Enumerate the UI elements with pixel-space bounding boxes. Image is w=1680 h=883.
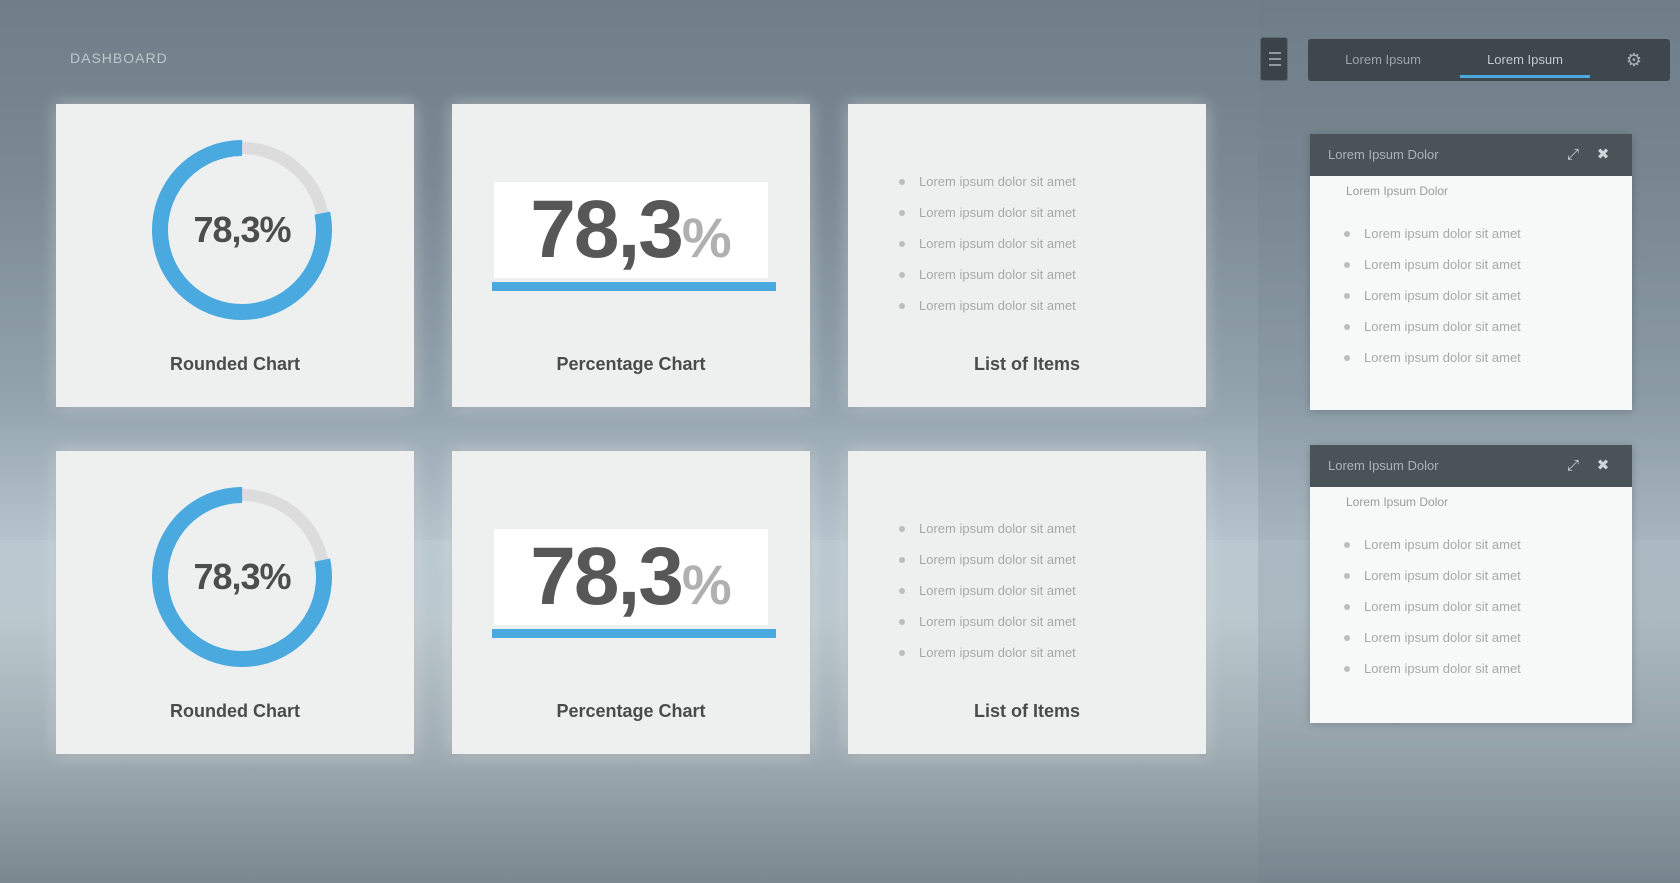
close-icon[interactable]: ✖: [1594, 145, 1612, 165]
card-label: List of Items: [973, 354, 1080, 374]
rounded-chart: 78,3%: [144, 132, 340, 328]
rounded-chart-card[interactable]: 78,3% Rounded Chart: [56, 104, 414, 407]
list-card[interactable]: Lorem ipsum dolor sit amet Lorem ipsum d…: [848, 451, 1206, 754]
list-item: Lorem ipsum dolor sit amet: [1338, 591, 1521, 622]
widget-item-list: Lorem ipsum dolor sit amet Lorem ipsum d…: [1338, 218, 1521, 373]
percentage-display: 78,3%: [494, 529, 768, 625]
list-item: Lorem ipsum dolor sit amet: [893, 637, 1076, 668]
percentage-value: 78,3: [530, 184, 684, 275]
widget-subtitle: Lorem Ipsum Dolor: [1346, 495, 1449, 509]
widget-title: Lorem Ipsum Dolor: [1328, 458, 1439, 473]
app-title: DASHBOARD: [70, 50, 168, 66]
tab-lorem-ipsum-2-active[interactable]: Lorem Ipsum: [1456, 39, 1594, 81]
percent-sign: %: [681, 206, 732, 269]
percentage-chart-card[interactable]: 78,3% Percentage Chart: [452, 104, 810, 407]
card-label: Rounded Chart: [170, 701, 300, 721]
tab-lorem-ipsum-1[interactable]: Lorem Ipsum: [1318, 39, 1448, 81]
list-item: Lorem ipsum dolor sit amet: [1338, 529, 1521, 560]
list-item: Lorem ipsum dolor sit amet: [893, 290, 1076, 321]
expand-icon[interactable]: ⤢: [1564, 456, 1582, 476]
list-item: Lorem ipsum dolor sit amet: [1338, 560, 1521, 591]
side-widget: Lorem Ipsum Dolor ⤢ ✖ Lorem Ipsum Dolor …: [1310, 445, 1632, 723]
list-item: Lorem ipsum dolor sit amet: [1338, 218, 1521, 249]
widget-item-list: Lorem ipsum dolor sit amet Lorem ipsum d…: [1338, 529, 1521, 684]
list-item: Lorem ipsum dolor sit amet: [893, 513, 1076, 544]
card-label: Percentage Chart: [556, 701, 706, 721]
list-item: Lorem ipsum dolor sit amet: [893, 544, 1076, 575]
widget-header: Lorem Ipsum Dolor ⤢ ✖: [1310, 134, 1632, 176]
card-label: List of Items: [973, 701, 1080, 721]
gear-icon[interactable]: ⚙: [1622, 48, 1646, 72]
menu-toggle-button[interactable]: [1260, 37, 1288, 81]
expand-icon[interactable]: ⤢: [1564, 145, 1582, 165]
list-item: Lorem ipsum dolor sit amet: [1338, 280, 1521, 311]
percentage-value: 78,3: [530, 531, 684, 622]
list-item: Lorem ipsum dolor sit amet: [1338, 249, 1521, 280]
rounded-chart-value: 78,3%: [193, 556, 291, 597]
percentage-underline-bar: [492, 282, 776, 291]
list-item: Lorem ipsum dolor sit amet: [893, 606, 1076, 637]
item-list: Lorem ipsum dolor sit amet Lorem ipsum d…: [893, 166, 1076, 321]
widget-title: Lorem Ipsum Dolor: [1328, 147, 1439, 162]
item-list: Lorem ipsum dolor sit amet Lorem ipsum d…: [893, 513, 1076, 668]
hamburger-icon: [1269, 52, 1281, 70]
side-widget: Lorem Ipsum Dolor ⤢ ✖ Lorem Ipsum Dolor …: [1310, 134, 1632, 410]
list-item: Lorem ipsum dolor sit amet: [893, 166, 1076, 197]
top-tab-bar: Lorem Ipsum Lorem Ipsum ⚙: [1308, 39, 1670, 81]
widget-header: Lorem Ipsum Dolor ⤢ ✖: [1310, 445, 1632, 487]
list-item: Lorem ipsum dolor sit amet: [893, 575, 1076, 606]
list-item: Lorem ipsum dolor sit amet: [893, 228, 1076, 259]
percent-sign: %: [681, 553, 732, 616]
list-item: Lorem ipsum dolor sit amet: [1338, 622, 1521, 653]
widget-subtitle: Lorem Ipsum Dolor: [1346, 184, 1449, 198]
card-label: Rounded Chart: [170, 354, 300, 374]
close-icon[interactable]: ✖: [1594, 456, 1612, 476]
rounded-chart: 78,3%: [144, 479, 340, 675]
list-item: Lorem ipsum dolor sit amet: [1338, 342, 1521, 373]
list-item: Lorem ipsum dolor sit amet: [893, 197, 1076, 228]
rounded-chart-value: 78,3%: [193, 209, 291, 250]
card-label: Percentage Chart: [556, 354, 706, 374]
rounded-chart-card[interactable]: 78,3% Rounded Chart: [56, 451, 414, 754]
percentage-underline-bar: [492, 629, 776, 638]
list-item: Lorem ipsum dolor sit amet: [1338, 653, 1521, 684]
percentage-display: 78,3%: [494, 182, 768, 278]
list-item: Lorem ipsum dolor sit amet: [1338, 311, 1521, 342]
percentage-chart-card[interactable]: 78,3% Percentage Chart: [452, 451, 810, 754]
list-card[interactable]: Lorem ipsum dolor sit amet Lorem ipsum d…: [848, 104, 1206, 407]
list-item: Lorem ipsum dolor sit amet: [893, 259, 1076, 290]
side-panel-background: [1258, 0, 1680, 883]
